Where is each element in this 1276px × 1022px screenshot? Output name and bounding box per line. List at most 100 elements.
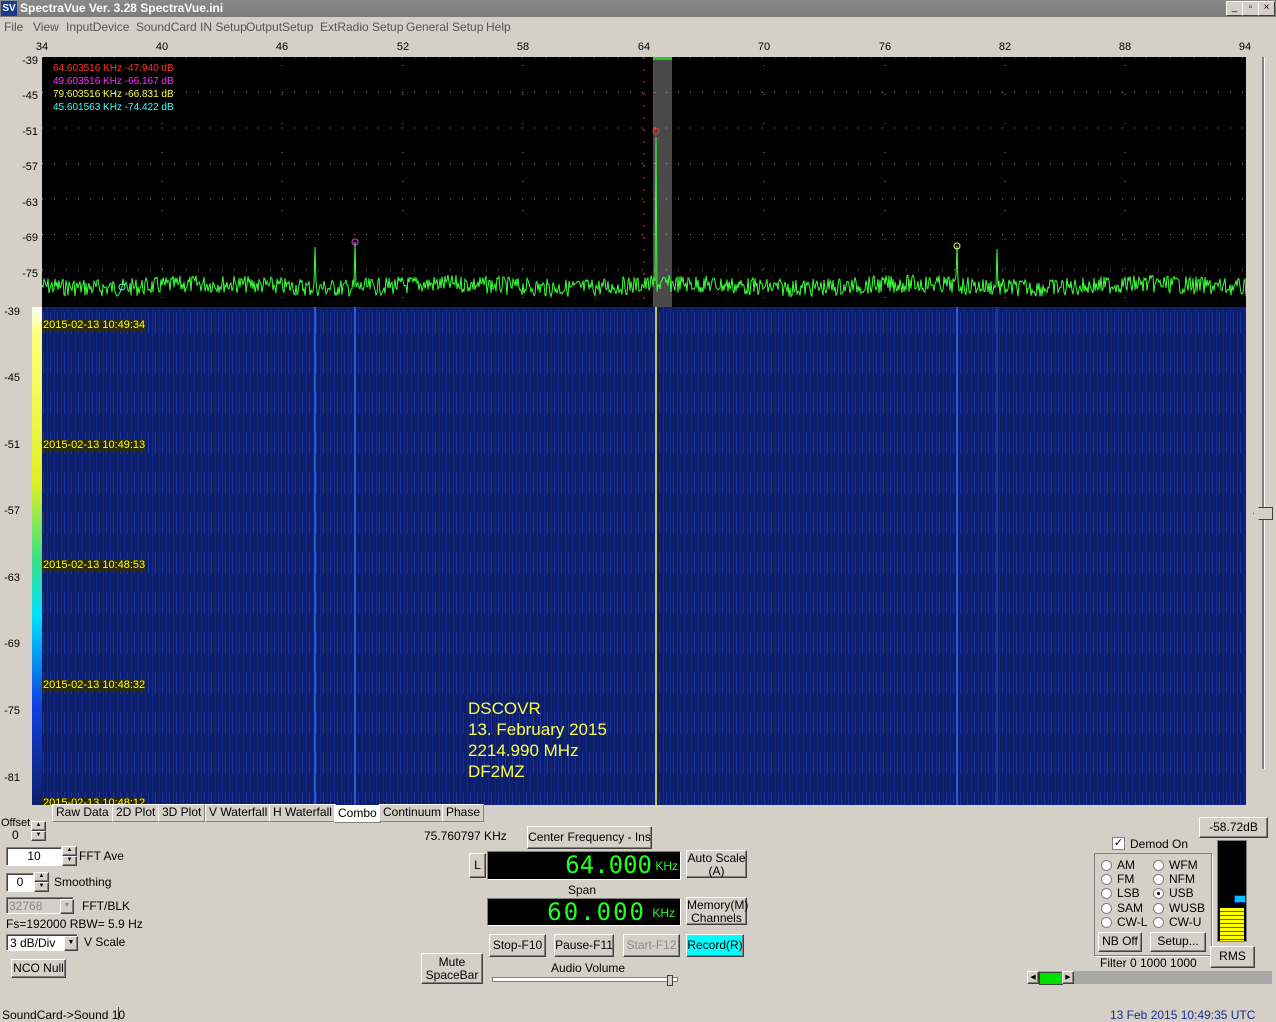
offset-up-arrow-icon[interactable]: ▲ [31, 821, 46, 831]
mode-label: CW-L [1117, 915, 1148, 929]
squelch-marker[interactable] [1234, 895, 1246, 903]
tab-v-waterfall[interactable]: V Waterfall [205, 804, 272, 822]
tuning-scroll-thumb[interactable] [1039, 972, 1063, 985]
y-tick-waterfall: -63 [4, 572, 20, 584]
mode-radio-lsb[interactable] [1101, 888, 1112, 899]
center-frequency-display[interactable]: 64.000 KHz [487, 851, 681, 880]
menu-help[interactable]: Help [486, 20, 511, 34]
smoothing-down-arrow-icon[interactable]: ▼ [34, 882, 49, 892]
marker-readout-3: 79.603516 KHz -66.831 dB [53, 89, 174, 100]
nb-off-button[interactable]: NB Off [1098, 932, 1142, 952]
menu-outputsetup[interactable]: OutputSetup [246, 20, 313, 34]
mode-radio-wfm[interactable] [1153, 860, 1164, 871]
tuning-scrollbar[interactable]: ◀ ▶ [1027, 971, 1272, 985]
waterfall-svg [32, 307, 1246, 805]
mute-button[interactable]: Mute SpaceBar [421, 953, 483, 984]
memory-channels-button[interactable]: Memory(M) Channels [686, 897, 748, 925]
y-tick-spectrum: -39 [22, 55, 38, 67]
menu-bar: File View InputDevice SoundCard IN Setup… [0, 18, 1276, 36]
fft-ave-label: FFT Ave [79, 849, 124, 863]
mode-label: CW-U [1169, 915, 1202, 929]
fft-ave-up-arrow-icon[interactable]: ▲ [62, 846, 77, 856]
pause-button[interactable]: Pause-F11 [554, 934, 614, 957]
mode-label: SAM [1117, 901, 1144, 915]
span-display[interactable]: 60.000 KHz [487, 898, 681, 926]
nco-null-button[interactable]: NCO Null [11, 959, 66, 978]
annotation-line: 2214.990 MHz [468, 741, 579, 760]
vertical-slider-track[interactable] [1262, 57, 1265, 769]
scroll-left-arrow-icon[interactable]: ◀ [1027, 971, 1039, 984]
spectrum-display[interactable] [42, 57, 1246, 307]
record-button[interactable]: Record(R) [686, 934, 744, 957]
mode-radio-am[interactable] [1101, 860, 1112, 871]
demod-on-checkbox[interactable]: ✓ [1112, 837, 1125, 850]
maximize-button[interactable]: ▫ [1242, 1, 1259, 16]
waterfall-timestamp: 2015-02-13 10:49:34 [42, 319, 147, 331]
stop-button[interactable]: Stop-F10 [489, 934, 546, 957]
setup-button[interactable]: Setup... [1150, 932, 1206, 952]
x-tick: 70 [757, 41, 771, 53]
mode-radio-wusb[interactable] [1153, 903, 1164, 914]
fft-ave-down-arrow-icon[interactable]: ▼ [62, 856, 77, 866]
tab-continuum[interactable]: Continuum [379, 804, 446, 822]
mode-radio-usb[interactable] [1153, 888, 1164, 899]
tab-phase[interactable]: Phase [442, 804, 485, 822]
waterfall-timestamp: 2015-02-13 10:48:32 [42, 679, 147, 691]
demod-on-label: Demod On [1130, 837, 1189, 851]
tab-raw-data[interactable]: Raw Data [52, 804, 113, 822]
x-tick: 88 [1118, 41, 1132, 53]
span-unit: KHz [652, 906, 675, 920]
mode-radio-sam[interactable] [1101, 903, 1112, 914]
smoothing-up-arrow-icon[interactable]: ▲ [34, 872, 49, 882]
start-button[interactable]: Start-F12 [623, 934, 680, 957]
mode-radio-fm[interactable] [1101, 874, 1112, 885]
menu-view[interactable]: View [33, 20, 59, 34]
l-button[interactable]: L [469, 853, 486, 878]
x-tick: 76 [878, 41, 892, 53]
annotation-line: DF2MZ [468, 762, 525, 781]
y-tick-spectrum: -57 [22, 161, 38, 173]
menu-soundcard-in-setup[interactable]: SoundCard IN Setup [136, 20, 247, 34]
vertical-slider-thumb[interactable] [1253, 507, 1273, 520]
x-tick: 46 [275, 41, 289, 53]
waterfall-timestamp: 2015-02-13 10:48:53 [42, 559, 147, 571]
spectrum-svg [42, 57, 1246, 307]
fft-ave-input[interactable]: 10 [6, 847, 62, 866]
fft-blk-dropdown-icon[interactable]: ▼ [60, 899, 74, 914]
mode-radio-nfm[interactable] [1153, 874, 1164, 885]
tab-2d-plot[interactable]: 2D Plot [112, 804, 160, 822]
mode-radio-cw-l[interactable] [1101, 917, 1112, 928]
minimize-button[interactable]: _ [1226, 1, 1243, 16]
offset-down-arrow-icon[interactable]: ▼ [31, 831, 46, 841]
window-title: SpectraVue Ver. 3.28 SpectraVue.ini [20, 1, 224, 15]
tab-3d-plot[interactable]: 3D Plot [158, 804, 206, 822]
tab-combo[interactable]: Combo [334, 805, 381, 823]
plot-area: 34 40 46 52 58 64 70 76 82 88 94 -39 -45… [0, 37, 1276, 807]
close-button[interactable]: × [1258, 1, 1275, 16]
y-tick-spectrum: -51 [22, 126, 38, 138]
smoothing-input[interactable]: 0 [6, 873, 34, 892]
signal-level-fill [1220, 908, 1244, 941]
scroll-right-arrow-icon[interactable]: ▶ [1062, 971, 1074, 984]
vscale-dropdown-icon[interactable]: ▼ [64, 936, 78, 951]
vscale-value: 3 dB/Div [10, 936, 56, 950]
menu-extradio-setup[interactable]: ExtRadio Setup [320, 20, 403, 34]
tab-h-waterfall[interactable]: H Waterfall [269, 804, 336, 822]
audio-volume-thumb[interactable] [667, 975, 674, 986]
offset-value[interactable]: 0 [12, 828, 19, 842]
x-tick: 94 [1238, 41, 1252, 53]
menu-general-setup[interactable]: General Setup [406, 20, 483, 34]
y-tick-waterfall: -45 [4, 372, 20, 384]
center-frequency-button[interactable]: Center Frequency - Ins [527, 826, 652, 849]
x-tick: 82 [998, 41, 1012, 53]
auto-scale-button[interactable]: Auto Scale (A) [686, 850, 747, 878]
mode-radio-cw-u[interactable] [1153, 917, 1164, 928]
waterfall-display[interactable] [32, 307, 1246, 805]
audio-volume-slider[interactable] [492, 975, 678, 986]
menu-inputdevice[interactable]: InputDevice [66, 20, 129, 34]
y-tick-waterfall: -57 [4, 505, 20, 517]
menu-file[interactable]: File [4, 20, 23, 34]
rms-button[interactable]: RMS [1210, 946, 1255, 968]
fft-blk-label: FFT/BLK [82, 899, 131, 913]
mode-label: FM [1117, 872, 1135, 886]
